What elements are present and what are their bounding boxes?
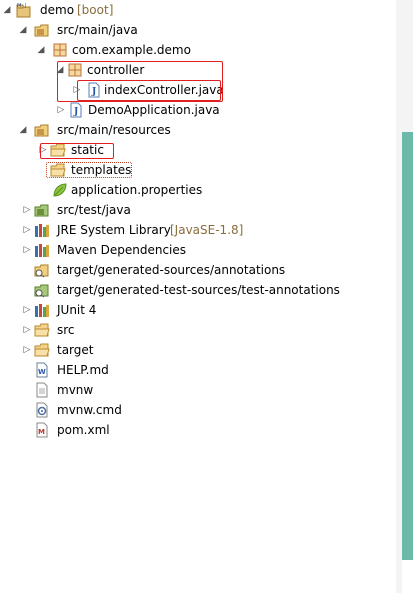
cmd-file-icon	[34, 402, 50, 418]
tree-item-maven-dependencies[interactable]: ▷ Maven Dependencies	[0, 240, 396, 260]
tree-item-label: JRE System Library	[57, 223, 171, 237]
tree-item-label: indexController.java	[104, 83, 224, 97]
tree-item-package-controller[interactable]: ◢ controller	[0, 60, 396, 80]
tree-item-label: controller	[87, 63, 145, 77]
tree-item-mvnw-cmd[interactable]: mvnw.cmd	[0, 400, 396, 420]
tree-item-help-md[interactable]: W HELP.md	[0, 360, 396, 380]
expand-arrow-icon[interactable]: ▷	[22, 220, 32, 240]
tree-item-jre-system-library[interactable]: ▷ JRE System Library [JavaSE-1.8]	[0, 220, 396, 240]
collapse-arrow-icon[interactable]: ◢	[18, 120, 28, 140]
package-explorer-tree: ◢ MJ demo [boot] ◢ src/main/java ◢ com.e…	[0, 0, 396, 593]
tree-item-folder-target[interactable]: ▷ target	[0, 340, 396, 360]
expand-arrow-icon[interactable]: ▷	[22, 340, 32, 360]
svg-text:M: M	[38, 428, 45, 436]
library-icon	[34, 242, 50, 258]
expand-arrow-icon[interactable]: ▷	[22, 240, 32, 260]
tree-item-pom-xml[interactable]: M pom.xml	[0, 420, 396, 440]
tree-item-label: static	[71, 143, 104, 157]
scrollbar-gap	[402, 0, 413, 132]
source-folder-icon	[34, 122, 50, 138]
package-icon	[52, 42, 68, 58]
maven-pom-icon: M	[34, 422, 50, 438]
tree-item-index-controller-java[interactable]: ▷ J indexController.java	[0, 80, 396, 100]
tree-item-label: pom.xml	[57, 423, 110, 437]
tree-item-application-properties[interactable]: application.properties	[0, 180, 396, 200]
expand-arrow-icon[interactable]: ▷	[22, 200, 32, 220]
tree-item-generated-test-sources[interactable]: target/generated-test-sources/test-annot…	[0, 280, 396, 300]
expand-arrow-icon[interactable]: ▷	[22, 300, 32, 320]
tree-item-junit-4[interactable]: ▷ JUnit 4	[0, 300, 396, 320]
library-icon	[34, 222, 50, 238]
folder-icon	[34, 342, 50, 358]
folder-icon	[34, 322, 50, 338]
svg-text:J: J	[24, 3, 26, 9]
tree-item-folder-static[interactable]: ▷ static	[0, 140, 396, 160]
text-file-icon	[34, 382, 50, 398]
spring-properties-leaf-icon	[52, 182, 68, 198]
library-icon	[34, 302, 50, 318]
tree-item-mvnw[interactable]: mvnw	[0, 380, 396, 400]
tree-item-label: Maven Dependencies	[57, 243, 187, 257]
tree-item-label: demo	[40, 3, 75, 17]
tree-item-label: DemoApplication.java	[88, 103, 220, 117]
tree-item-demo-project[interactable]: ◢ MJ demo [boot]	[0, 0, 396, 20]
tree-item-label: src/test/java	[57, 203, 131, 217]
tree-item-demo-application-java[interactable]: ▷ J DemoApplication.java	[0, 100, 396, 120]
boot-decoration: [boot]	[77, 3, 114, 17]
tree-item-folder-templates[interactable]: templates	[0, 160, 396, 180]
tree-item-label: JUnit 4	[57, 303, 97, 317]
tree-item-label: application.properties	[71, 183, 203, 197]
svg-text:M: M	[17, 3, 21, 9]
collapse-arrow-icon[interactable]: ◢	[36, 40, 46, 60]
markdown-file-icon: W	[34, 362, 50, 378]
tree-item-src-main-java[interactable]: ◢ src/main/java	[0, 20, 396, 40]
source-folder-icon	[34, 262, 50, 278]
expand-arrow-icon[interactable]: ▷	[38, 140, 48, 160]
package-icon	[67, 62, 83, 78]
expand-arrow-icon[interactable]: ▷	[72, 80, 82, 100]
tree-item-label: com.example.demo	[72, 43, 191, 57]
collapse-arrow-icon[interactable]: ◢	[18, 20, 28, 40]
maven-boot-project-icon: MJ	[16, 2, 32, 18]
tree-item-label: src/main/java	[57, 23, 138, 37]
tree-item-src-test-java[interactable]: ▷ src/test/java	[0, 200, 396, 220]
source-folder-icon	[34, 202, 50, 218]
tree-item-package-com-example-demo[interactable]: ◢ com.example.demo	[0, 40, 396, 60]
tree-item-label: HELP.md	[57, 363, 109, 377]
tree-item-label: src	[57, 323, 75, 337]
expand-arrow-icon[interactable]: ▷	[22, 320, 32, 340]
svg-text:J: J	[91, 87, 96, 97]
source-folder-icon	[34, 282, 50, 298]
tree-item-label: target/generated-sources/annotations	[57, 263, 286, 277]
tree-item-label: mvnw	[57, 383, 94, 397]
tree-item-label: templates	[71, 163, 132, 177]
scrollbar-thumb[interactable]	[402, 132, 413, 560]
folder-icon	[50, 162, 66, 178]
expand-arrow-icon[interactable]: ▷	[56, 100, 66, 120]
tree-item-folder-src[interactable]: ▷ src	[0, 320, 396, 340]
collapse-arrow-icon[interactable]: ◢	[2, 0, 12, 20]
source-folder-icon	[34, 22, 50, 38]
java-file-icon: J	[68, 102, 84, 118]
tree-item-label: mvnw.cmd	[57, 403, 122, 417]
tree-item-label: target/generated-test-sources/test-annot…	[57, 283, 340, 297]
tree-item-src-main-resources[interactable]: ◢ src/main/resources	[0, 120, 396, 140]
tree-item-label: src/main/resources	[57, 123, 171, 137]
collapse-arrow-icon[interactable]: ◢	[55, 60, 65, 80]
svg-text:J: J	[73, 107, 78, 117]
tree-item-generated-sources-annotations[interactable]: target/generated-sources/annotations	[0, 260, 396, 280]
svg-text:W: W	[38, 368, 46, 376]
tree-item-label: target	[57, 343, 94, 357]
jre-version-decoration: [JavaSE-1.8]	[170, 223, 244, 237]
folder-icon	[50, 142, 66, 158]
java-file-icon: J	[86, 82, 102, 98]
